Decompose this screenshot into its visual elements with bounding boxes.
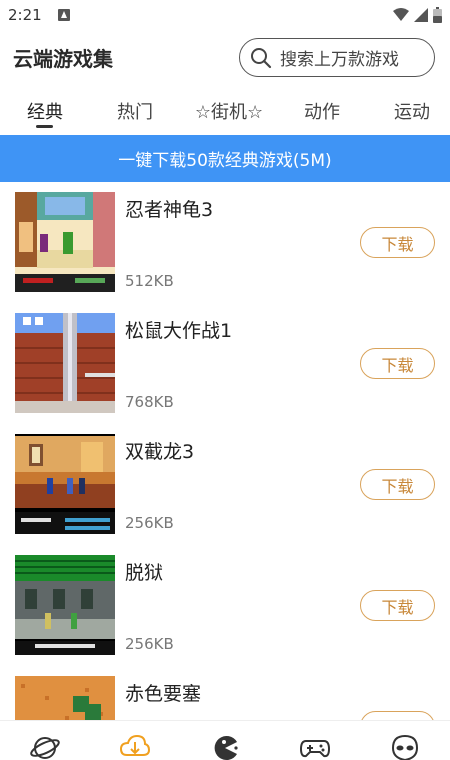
list-item[interactable]: 双截龙3 256KB 下载 [0, 424, 450, 545]
game-name: 松鼠大作战1 [125, 320, 233, 342]
nav-planet[interactable] [30, 733, 60, 760]
game-size: 256KB [125, 635, 174, 653]
app-notification-icon [58, 9, 70, 21]
tab-action[interactable]: 动作 [304, 98, 340, 124]
category-tabs: 经典 热门 ☆街机☆ 动作 运动 [0, 90, 450, 134]
app-title: 云端游戏集 [13, 47, 113, 71]
list-item[interactable]: 脱狱 256KB 下载 [0, 545, 450, 666]
list-item[interactable]: 忍者神龟3 512KB 下载 [0, 182, 450, 303]
game-thumbnail [15, 676, 115, 720]
download-button[interactable]: 下载 [360, 469, 435, 500]
game-size: 512KB [125, 272, 174, 290]
bottom-nav [0, 720, 450, 760]
list-item[interactable]: 赤色要塞 下载 [0, 666, 450, 720]
planet-icon [30, 737, 60, 759]
status-icons [393, 7, 442, 23]
download-all-banner[interactable]: 一键下载50款经典游戏(5M) [0, 135, 450, 182]
game-name: 忍者神龟3 [125, 199, 214, 221]
nav-games[interactable] [210, 733, 240, 760]
pacman-icon [214, 736, 238, 760]
tab-classic[interactable]: 经典 [27, 98, 63, 124]
download-button[interactable]: 下载 [360, 711, 435, 720]
game-size: 768KB [125, 393, 174, 411]
status-time: 2:21 [8, 6, 42, 24]
battery-icon [433, 7, 442, 23]
game-list: 忍者神龟3 512KB 下载 松鼠大作战1 768KB 下载 双截龙3 256K… [0, 182, 450, 720]
list-item[interactable]: 松鼠大作战1 768KB 下载 [0, 303, 450, 424]
nav-gamepad[interactable] [299, 733, 331, 760]
alien-face-icon [391, 734, 419, 760]
active-tab-indicator [36, 125, 53, 128]
tab-arcade[interactable]: ☆街机☆ [195, 98, 263, 124]
tab-sports[interactable]: 运动 [394, 98, 430, 124]
game-thumbnail [15, 555, 115, 655]
status-bar: 2:21 [0, 0, 450, 30]
game-thumbnail [15, 192, 115, 292]
signal-icon [414, 8, 428, 22]
game-thumbnail [15, 434, 115, 534]
download-button[interactable]: 下载 [360, 348, 435, 379]
tab-hot[interactable]: 热门 [117, 98, 153, 124]
wifi-icon [393, 8, 409, 21]
download-button[interactable]: 下载 [360, 227, 435, 258]
game-name: 赤色要塞 [125, 683, 202, 705]
search-placeholder: 搜索上万款游戏 [280, 50, 399, 70]
game-thumbnail [15, 313, 115, 413]
search-box[interactable]: 搜索上万款游戏 [239, 38, 435, 77]
game-name: 脱狱 [125, 562, 164, 584]
gamepad-icon [299, 740, 331, 758]
nav-profile[interactable] [390, 733, 420, 760]
cloud-download-icon [119, 734, 151, 756]
download-button[interactable]: 下载 [360, 590, 435, 621]
search-icon [251, 47, 272, 68]
nav-download[interactable] [119, 733, 151, 760]
game-name: 双截龙3 [125, 441, 195, 463]
game-size: 256KB [125, 514, 174, 532]
